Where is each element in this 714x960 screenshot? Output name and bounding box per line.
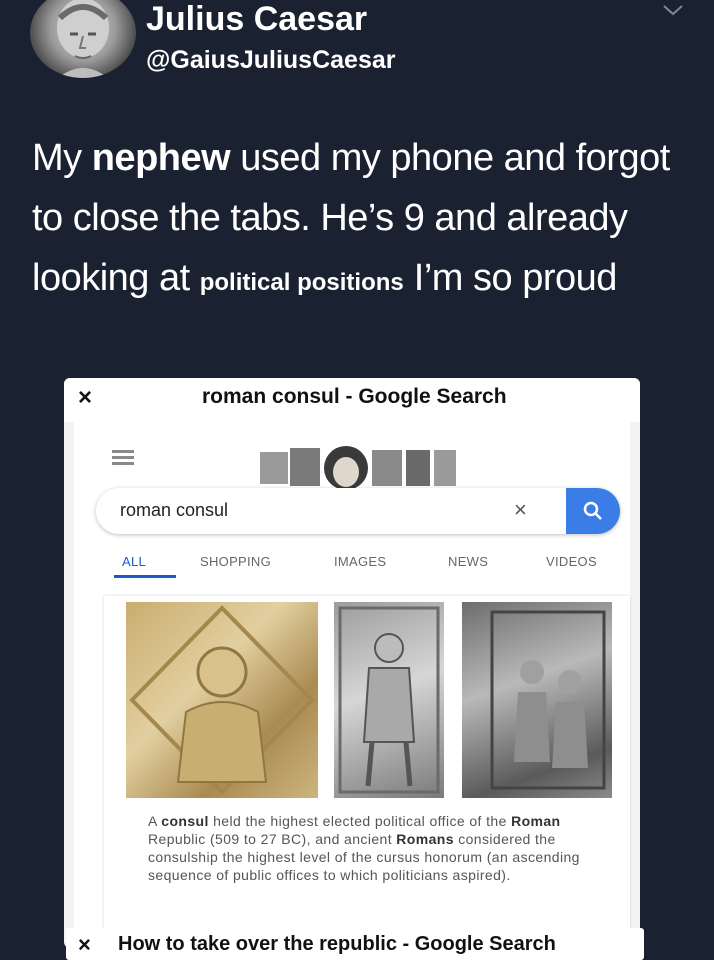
snippet-bold: consul (161, 813, 209, 829)
result-image-1[interactable] (126, 602, 318, 798)
snippet-text: held the highest elected political offic… (208, 813, 512, 829)
tweet-text: My nephew used my phone and forgot to cl… (32, 128, 692, 313)
result-snippet: A consul held the highest elected politi… (148, 812, 588, 884)
hamburger-icon[interactable] (112, 450, 134, 466)
tab-title[interactable]: roman consul - Google Search (202, 385, 507, 409)
user-handle[interactable]: @GaiusJuliusCaesar (146, 46, 396, 75)
search-bar[interactable]: roman consul × (96, 488, 620, 534)
avatar[interactable] (30, 0, 136, 78)
knowledge-panel: A consul held the highest elected politi… (104, 596, 630, 948)
tab-all[interactable]: ALL (122, 554, 146, 569)
active-tab-indicator (114, 575, 176, 578)
tweet-text-small-bold: political positions (199, 269, 404, 296)
search-button[interactable] (566, 488, 620, 534)
tab-title[interactable]: How to take over the republic - Google S… (118, 933, 556, 956)
clear-search-icon[interactable]: × (514, 497, 527, 523)
close-icon[interactable]: × (78, 384, 92, 412)
search-icon (583, 501, 602, 520)
close-icon[interactable]: × (78, 932, 91, 958)
tab-news[interactable]: NEWS (448, 554, 488, 569)
snippet-bold: Roman (511, 813, 561, 829)
search-input[interactable]: roman consul (120, 500, 228, 521)
chevron-down-icon[interactable] (662, 2, 684, 18)
search-results-page: roman consul × ALL SHOPPING IMAGES NEWS … (74, 418, 630, 948)
search-tabs: ALL SHOPPING IMAGES NEWS VIDEOS (74, 548, 630, 582)
browser-tab-card[interactable]: × roman consul - Google Search roman con… (64, 378, 640, 948)
result-image-2[interactable] (334, 602, 444, 798)
snippet-text: Republic (509 to 27 BC), and ancient (148, 831, 397, 847)
snippet-bold: Romans (396, 831, 454, 847)
tab-header: × roman consul - Google Search (64, 378, 640, 422)
result-image-3[interactable] (462, 602, 612, 798)
tab-images[interactable]: IMAGES (334, 554, 386, 569)
tab-shopping[interactable]: SHOPPING (200, 554, 271, 569)
display-name[interactable]: Julius Caesar (146, 0, 367, 39)
tweet-text-part1: My (32, 137, 92, 179)
tweet-text-bold: nephew (91, 137, 231, 179)
second-browser-tab[interactable]: × How to take over the republic - Google… (66, 928, 644, 960)
tab-videos[interactable]: VIDEOS (546, 554, 597, 569)
avatar-bust-image (57, 0, 109, 78)
snippet-text: A (148, 813, 162, 829)
tweet-text-part3: I’m so proud (403, 257, 618, 299)
